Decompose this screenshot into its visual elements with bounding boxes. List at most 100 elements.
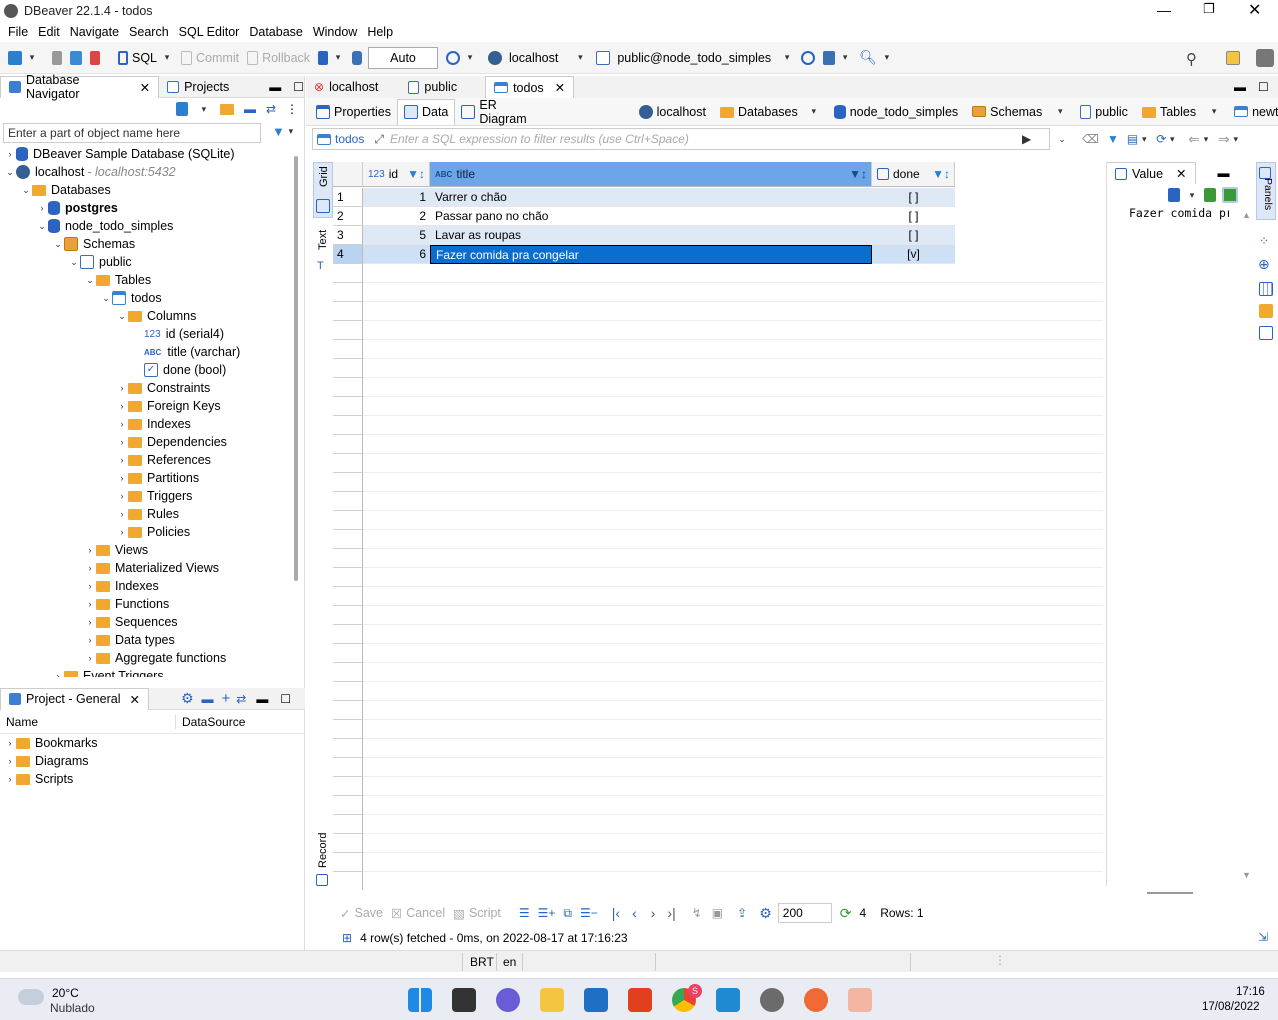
first-page-icon[interactable]: |‹ — [612, 905, 620, 921]
cell-done[interactable]: [ ] — [872, 207, 955, 226]
tab-projects[interactable]: Projects — [159, 76, 237, 98]
disconnect-button[interactable] — [90, 50, 100, 65]
crumb-node-todo-simples[interactable]: node_todo_simples — [833, 104, 958, 119]
cell-title[interactable]: Lavar as roupas — [430, 226, 872, 245]
connect-button[interactable] — [52, 50, 62, 65]
copy-row-icon[interactable]: ⧉ — [563, 906, 572, 921]
value-content[interactable]: Fazer comida pra — [1107, 206, 1229, 220]
filter-input[interactable]: Enter a SQL expression to filter results… — [390, 132, 689, 146]
next-page-icon[interactable]: › — [651, 905, 656, 921]
windows-start-icon[interactable] — [408, 988, 432, 1012]
tree-item[interactable]: › Event Triggers — [0, 667, 304, 677]
taskbar-clock-time[interactable]: 17:16 — [1236, 986, 1265, 998]
task-view-icon[interactable] — [452, 988, 476, 1012]
expand-arrow-icon[interactable]: › — [116, 527, 128, 537]
minimize-editor-button[interactable]: ▬ — [1234, 80, 1246, 94]
expand-arrow-icon[interactable]: › — [116, 509, 128, 519]
menu-edit[interactable]: Edit — [38, 25, 60, 39]
cell-id[interactable]: 2 — [363, 207, 430, 226]
filter-dropdown[interactable]: ▾ — [285, 126, 297, 137]
expand-arrow-icon[interactable]: ⌄ — [68, 257, 80, 268]
expand-arrow-icon[interactable]: › — [84, 581, 96, 591]
menu-database[interactable]: Database — [249, 25, 303, 39]
add-icon[interactable]: + — [222, 690, 231, 707]
panel-layout-icon[interactable]: ⇲ — [1258, 930, 1268, 944]
menu-search[interactable]: Search — [129, 25, 169, 39]
aggregate-panel-icon[interactable]: ⊕ — [1258, 256, 1270, 273]
perspective-icon[interactable] — [1226, 51, 1240, 65]
close-icon[interactable]: ✕ — [129, 692, 139, 707]
expand-arrow-icon[interactable]: › — [84, 635, 96, 645]
expand-arrow-icon[interactable]: › — [36, 203, 48, 213]
project-item-diagrams[interactable]: › Diagrams — [0, 752, 305, 770]
new-folder-icon[interactable] — [219, 104, 234, 115]
tree-item[interactable]: › Functions — [0, 595, 304, 613]
collapse-icon[interactable]: ▬ — [202, 692, 214, 706]
tree-item[interactable]: › postgres — [0, 199, 304, 217]
add-row-icon[interactable]: ☰+ — [538, 906, 556, 920]
settings-gear-icon[interactable]: ⚙ — [759, 905, 772, 922]
active-connection-selector[interactable]: localhost ▾ — [488, 50, 586, 65]
metadata-panel-icon[interactable] — [1259, 304, 1273, 318]
crumb-schemas[interactable]: Schemas ▾ — [972, 105, 1066, 119]
column-header-title[interactable]: ABC title ▼↕ — [430, 162, 872, 187]
tree-item[interactable]: › DBeaver Sample Database (SQLite) — [0, 145, 304, 163]
expand-arrow-icon[interactable]: › — [116, 419, 128, 429]
content-viewer-icon[interactable] — [1168, 188, 1180, 202]
filter-settings-icon[interactable]: ▤ — [1127, 132, 1138, 146]
save-icon[interactable] — [1204, 188, 1216, 202]
expand-arrow-icon[interactable]: › — [84, 599, 96, 609]
cell-title[interactable]: Varrer o chão — [430, 188, 872, 207]
minimize-panel-button[interactable]: ▬ — [1218, 166, 1230, 180]
expand-arrow-icon[interactable]: › — [84, 617, 96, 627]
view-menu-icon[interactable]: ⋮ — [286, 102, 298, 116]
tree-item[interactable]: › Foreign Keys — [0, 397, 304, 415]
dbeaver-perspective-icon[interactable] — [1256, 49, 1274, 67]
tree-item[interactable]: ⌄ Columns — [0, 307, 304, 325]
row-number[interactable]: 3 — [333, 226, 363, 245]
maximize-pane-button[interactable]: ☐ — [293, 80, 304, 94]
filter-input-box[interactable]: todos ⤢ Enter a SQL expression to filter… — [312, 128, 1050, 150]
column-header-id[interactable]: 123 id ▼↕ — [363, 162, 430, 187]
tree-item[interactable]: › Triggers — [0, 487, 304, 505]
menu-window[interactable]: Window — [313, 25, 357, 39]
refresh-icon[interactable]: ⟳ — [840, 905, 852, 922]
link-icon[interactable]: ⇄ — [236, 692, 246, 706]
forward-arrow-icon[interactable]: ⇒ — [1218, 131, 1230, 148]
cell-done[interactable]: [ ] — [872, 188, 955, 207]
grouping-panel-icon[interactable] — [1259, 282, 1273, 296]
crumb-tables[interactable]: Tables ▾ — [1141, 105, 1220, 119]
vscode-icon[interactable] — [716, 988, 740, 1012]
snipping-tool-icon[interactable] — [848, 988, 872, 1012]
history-button[interactable]: ▾ — [446, 50, 476, 65]
back-arrow-icon[interactable]: ⇐ — [1188, 131, 1200, 148]
side-tab-record[interactable]: Record — [313, 832, 333, 888]
close-icon[interactable]: ✕ — [555, 80, 565, 95]
expand-arrow-icon[interactable]: › — [116, 383, 128, 393]
sort-filter-icon[interactable]: ▼↕ — [849, 167, 867, 181]
save-button[interactable]: ✓ Save — [340, 906, 383, 921]
tree-item[interactable]: › Sequences — [0, 613, 304, 631]
expand-arrow-icon[interactable]: ⌄ — [52, 239, 64, 250]
expand-arrow-icon[interactable]: › — [4, 149, 16, 159]
tree-item[interactable]: › Policies — [0, 523, 304, 541]
expand-arrow-icon[interactable]: ⌄ — [100, 293, 112, 304]
column-header-done[interactable]: done ▼↕ — [872, 162, 955, 187]
last-page-icon[interactable]: ›| — [667, 905, 675, 921]
expand-arrow-icon[interactable]: › — [52, 671, 64, 677]
expand-arrow-icon[interactable]: › — [116, 473, 128, 483]
cell-title[interactable]: Fazer comida pra congelar — [430, 245, 872, 264]
new-connection-button[interactable]: ▾ — [8, 50, 38, 65]
commit-button[interactable]: Commit — [181, 50, 239, 65]
close-icon[interactable]: ✕ — [140, 80, 150, 95]
value-hscroll[interactable] — [1147, 892, 1193, 894]
expand-arrow-icon[interactable]: › — [84, 653, 96, 663]
crumb-newtable[interactable]: newtable — [1234, 105, 1278, 119]
cell-title[interactable]: Passar pano no chão — [430, 207, 872, 226]
tools-button[interactable]: ▾ — [823, 50, 851, 65]
tree-item[interactable]: 123 id (serial4) — [0, 325, 304, 343]
dbeaver-icon[interactable] — [760, 988, 784, 1012]
subtab-er-diagram[interactable]: ER Diagram — [455, 98, 532, 126]
navigator-filter-input[interactable]: Enter a part of object name here — [3, 123, 261, 143]
expand-arrow-icon[interactable]: ⌄ — [84, 275, 96, 286]
